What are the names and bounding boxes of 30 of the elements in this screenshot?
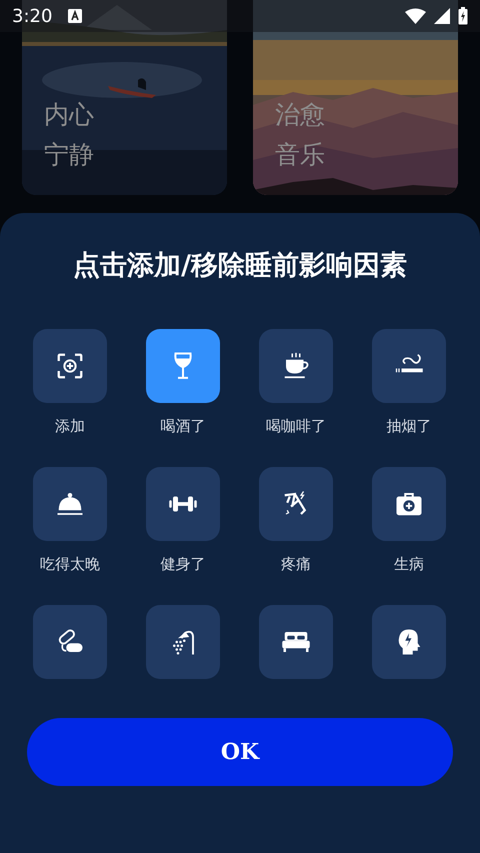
factor-label: 吃得太晚 [40,554,100,575]
card-title: 治愈音乐 [275,99,326,171]
factor-label: 添加 [55,416,85,437]
factor-label: 疼痛 [281,554,311,575]
factor-label: 健身了 [160,554,206,575]
factor-label: 生病 [394,554,424,575]
factor-tile[interactable] [259,329,333,403]
factor-tile[interactable] [33,467,107,541]
wifi-icon [405,8,426,24]
factor-tile[interactable] [259,467,333,541]
factor-tile[interactable] [372,467,446,541]
factor-tile[interactable] [146,329,220,403]
keyboard-icon [68,9,82,23]
factor-tile[interactable] [33,605,107,679]
sheet-title: 点击添加/移除睡前影响因素 [72,249,408,283]
status-time: 3:20 [12,4,52,28]
factor-tile[interactable] [33,329,107,403]
factor-label: 喝咖啡了 [266,416,326,437]
factor-tile[interactable] [146,467,220,541]
scan-plus-icon [55,351,85,381]
card-title: 内心宁静 [44,99,95,171]
factor-tile[interactable] [372,605,446,679]
battery-icon [458,7,468,25]
factor-tile[interactable] [259,605,333,679]
ok-button[interactable]: OK [27,718,453,786]
factor-label: 抽烟了 [386,416,432,437]
factor-tile[interactable] [146,605,220,679]
factor-label: 喝酒了 [160,416,206,437]
factor-tile[interactable] [372,329,446,403]
signal-icon [434,8,450,24]
